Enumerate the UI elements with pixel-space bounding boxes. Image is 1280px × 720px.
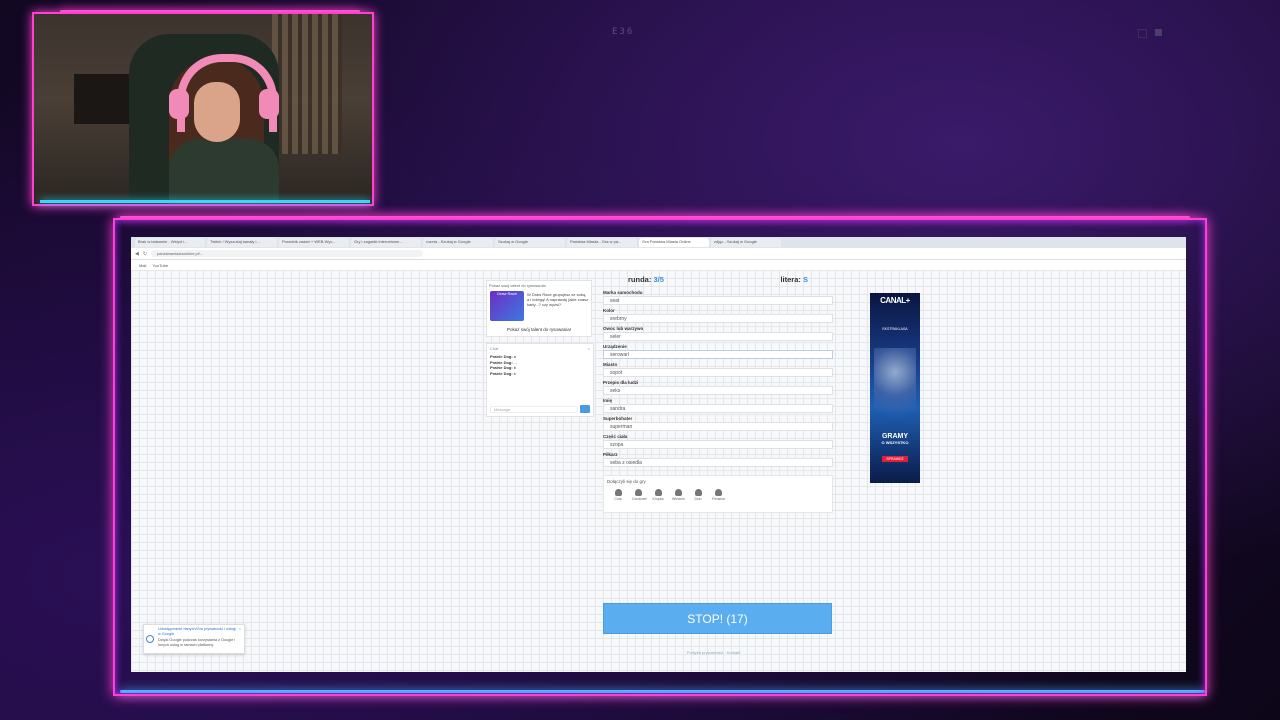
url-field[interactable]: panstwamiastaonline.pl/... [151,250,424,257]
headset-earcup-right [259,89,279,119]
stop-button[interactable]: STOP! (17) [603,603,832,634]
browser-tab[interactable]: Gry i zagadki internetowe... [351,238,421,247]
player-list: Cola Gordonet Kropka Wiedźm Dziu Fiedzio… [612,489,725,501]
shield-icon [146,635,154,643]
round-info: runda: 3/5 litera: S [603,275,833,287]
avatar-icon [614,489,622,496]
field-label: Superbohater [603,416,633,421]
chat-message: Prairie Dog: s [490,370,516,376]
chat-messages: Prairie Dog: a Prairie Dog: ... Prairie … [490,354,582,376]
promo-box: Pokaż swój talent do rysowania! Draw Rac… [486,280,592,337]
browser-tab[interactable]: Brak w balsamie - Wstyd i... [135,238,205,247]
answer-input[interactable]: sandra [603,404,833,413]
chat-title: Chat [490,346,499,351]
answer-input[interactable]: serowarl [603,350,833,359]
player-avatar: Dziu [692,489,704,501]
field-label: Miasto [603,362,618,367]
game-form: runda: 3/5 litera: S Marka samochodu sea… [603,275,833,513]
browser-tab[interactable]: Twitch / Wyszukaj kanały i... [207,238,277,247]
player-avatar: Kropka [652,489,664,501]
ad-brand-logo: CANAL+ [880,296,910,305]
answer-input[interactable]: sopot [603,368,833,377]
avatar-icon [694,489,702,496]
promo-image[interactable]: Draw Race [490,291,524,321]
chat-panel: Chat × Prairie Dog: a Prairie Dog: ... P… [486,343,594,417]
notification-title[interactable]: Udostępnianie danych/Gra prywatność i us… [158,627,238,637]
field-label: Część ciała [603,434,628,439]
promo-link[interactable]: Pokaż swój talent do rysowania! [487,327,591,332]
avatar-icon [654,489,662,496]
avatar-icon [714,489,722,496]
letter-indicator: litera: S [780,275,808,284]
browser-tab[interactable]: Państwa Miasta - Gra w pa... [567,238,637,247]
answer-input[interactable]: srebrny [603,314,833,323]
browser-tab-active[interactable]: Gra Państwa Miasta Online [639,238,709,247]
answer-input[interactable]: szopa [603,440,833,449]
overlay-square-icon [1138,29,1147,38]
ad-headline: GRAMY O WSZYSTKO [881,433,909,445]
player-avatar: Fiedzion [712,489,725,501]
reload-icon[interactable]: ↻ [143,251,147,257]
field-label: Marka samochodu [603,290,643,295]
bookmark-item[interactable]: Mail [139,263,146,268]
answer-input[interactable]: superman [603,422,833,431]
consent-notification: Udostępnianie danych/Gra prywatność i us… [143,624,245,654]
overlay-square-filled-icon [1155,29,1162,36]
tab-bar: Brak w balsamie - Wstyd i... Twitch / Wy… [131,237,1186,248]
browser-tab[interactable]: rozeta - Szukaj w Google [423,238,493,247]
send-icon[interactable] [580,405,590,413]
webcam-feed [32,12,374,206]
overlay-scene-label: E36 [612,27,635,37]
round-indicator: runda: 3/5 [628,275,664,284]
field-label: Owoc lub warzywo [603,326,644,331]
webcam-streamer-body [169,139,279,204]
ad-cta-button[interactable]: SPRAWDŹ [882,456,908,462]
joined-players-title: Dołączyli się do gry [607,479,646,484]
close-icon[interactable]: × [588,346,590,351]
notification-body: Dzięki Google podczas korzystania z Goog… [158,638,236,647]
webcam-bottom-glow [40,200,370,203]
promo-image-label: Draw Race [497,291,517,296]
field-label: Kolor [603,308,615,313]
browser-tab[interactable]: zdjęc - Szukaj w Google [711,238,781,247]
browser-tab[interactable]: Szukaj w Google [495,238,565,247]
joined-players-box: Dołączyli się do gry Cola Gordonet Kropk… [603,475,833,513]
browser-tab[interactable]: Poradnik zadań + WEB.Wyc... [279,238,349,247]
field-label: Imię [603,398,613,403]
answer-input[interactable]: seks [603,386,833,395]
game-page: Pokaż swój talent do rysowania! Draw Rac… [131,270,1186,672]
field-label: Urządzenie [603,344,627,349]
avatar-icon [634,489,642,496]
chat-input[interactable]: Message [490,406,578,413]
player-avatar: Gordonet [632,489,647,501]
back-icon[interactable]: ◀ [135,251,139,257]
ad-sub: EKSTRAKLASA [882,327,908,331]
close-icon[interactable]: × [239,627,241,631]
promo-header: Pokaż swój talent do rysowania! [489,283,546,288]
player-avatar: Cola [612,489,624,501]
ad-banner[interactable]: CANAL+ EKSTRAKLASA GRAMY O WSZYSTKO SPRA… [870,293,920,483]
answer-input[interactable]: seba z osiedla [603,458,833,467]
headset-earcup-left [169,89,189,119]
ad-players-image [874,348,916,428]
footer-link[interactable]: Polityka prywatności · Kontakt [687,650,740,655]
field-label: Piłkarz [603,452,618,457]
webcam-window-blinds [272,14,342,154]
answer-input[interactable]: seler [603,332,833,341]
player-avatar: Wiedźm [672,489,685,501]
avatar-icon [674,489,682,496]
promo-text: W Draw Race grupujesz ze sobą, a i koleg… [527,292,589,307]
browser-window: Brak w balsamie - Wstyd i... Twitch / Wy… [131,237,1186,672]
address-bar: ◀ ↻ panstwamiastaonline.pl/... [131,248,1186,260]
field-label: Przepis dla ludzi [603,380,639,385]
answer-input[interactable]: seat [603,296,833,305]
bookmark-item[interactable]: YouTube [152,263,168,268]
